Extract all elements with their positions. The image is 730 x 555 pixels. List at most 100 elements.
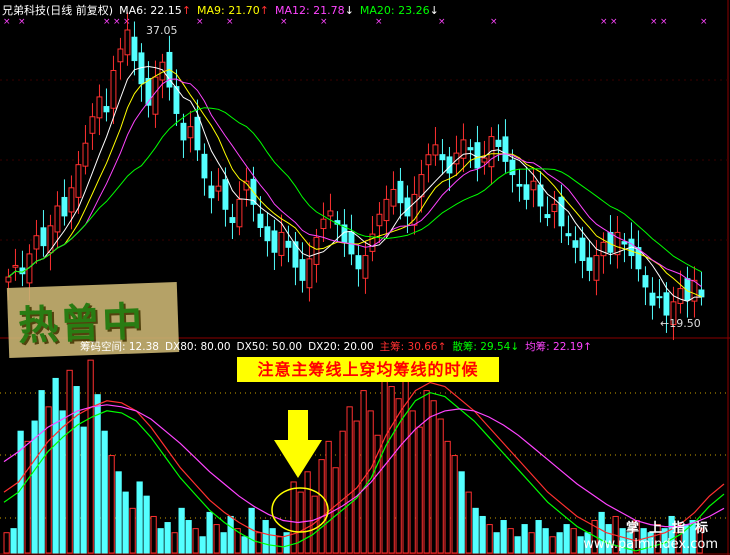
indicator-bar [80,426,87,554]
indicator-bar [157,528,164,554]
indicator-value: 散筹: 29.54↓ [452,341,520,353]
candle-body [110,69,117,109]
ma-arrow: ↑ [259,4,269,17]
indicator-bar [437,418,444,554]
signal-mark: × [700,17,708,27]
signal-mark: × [610,17,618,27]
indicator-bar [206,511,213,554]
indicator-bar [52,377,59,554]
indicator-bar [556,532,563,554]
signal-mark: × [600,17,608,27]
candle-body [418,174,425,198]
candle-body [47,225,54,254]
indicator-bar [339,430,346,554]
indicator-value: DX50: 50.00 [236,341,303,353]
candle-body [278,231,285,256]
indicator-bar [451,455,458,554]
candle-body [89,116,96,134]
signal-mark: × [103,17,111,27]
candle-body [432,144,439,156]
site-watermark: 掌上指标 www.palmindex.com [583,521,718,553]
candle-body [54,205,61,233]
candle-body [194,116,201,151]
signal-mark: × [123,17,131,27]
signal-mark: × [3,17,11,27]
signal-mark: × [113,17,121,27]
candle-body [383,198,390,222]
candle-body [600,241,607,257]
indicator-bar [423,390,430,554]
indicator-bar [171,532,178,554]
indicator-bar [465,491,472,554]
indicator-value: 均筹: 22.19↑ [525,341,592,353]
indicator-bar [500,520,507,554]
price-panel-header: 兄弟科技(日线 前复权) MA6: 22.15↑ MA9: 21.70↑ MA12: … [2,4,451,18]
candle-body [586,257,593,271]
ma-arrow: ↓ [344,4,354,17]
indicator-bar [290,481,297,554]
stock-chart[interactable]: × × × × × × × × × × × × × × × × × [0,0,730,555]
candle-body [425,154,432,166]
candle-body [75,164,82,198]
watermark-line1: 掌上指标 [625,521,718,536]
ma-arrow: ↓ [429,4,439,17]
candle-body [208,185,215,199]
indicator-bar [563,524,570,554]
indicator-bar [360,390,367,554]
ma-value: MA9: 21.70↑ [197,4,269,17]
candle-body [537,184,544,207]
indicator-value: 主筹: 30.66↑ [379,341,447,353]
candle-body [565,233,572,237]
candle-body [544,214,551,219]
indicator-bar [542,528,549,554]
indicator-bar [213,524,220,554]
indicator-bar [416,426,423,554]
indicator-bar [521,524,528,554]
candle-body [201,153,208,179]
candle-body [131,36,138,62]
candle-body [152,76,159,115]
indicator-bar [38,390,45,554]
candle-body [516,184,523,187]
signal-mark: × [320,17,328,27]
candle-body [642,275,649,288]
indicator-bar [10,528,17,554]
indicator-bar [549,536,556,554]
candle-body [236,198,243,228]
candle-body [320,218,327,230]
indicator-bar [262,520,269,554]
candle-body [397,180,404,204]
indicator-panel-header: 筹码空间: 12.38 DX80: 80.00 DX50: 50.00 DX20: 2… [80,340,604,354]
indicator-bar [570,528,577,554]
signal-mark: × [280,17,288,27]
ma-value: MA20: 23.26↓ [359,4,439,17]
candle-body [292,241,299,268]
candle-body [229,217,236,224]
indicator-bar [122,491,129,554]
indicator-bar [353,420,360,554]
candle-body [222,179,229,210]
candle-body [481,157,488,163]
signal-mark: × [18,17,26,27]
ma20-line [8,107,702,278]
indicator-bar [87,359,94,554]
indicator-bar [115,471,122,554]
indicator-bar [381,369,388,554]
indicator-bar [486,524,493,554]
indicator-bar [304,471,311,554]
candle-body [558,196,565,227]
candle-body [264,226,271,242]
indicator-bar [444,440,451,554]
candle-body [299,259,306,281]
indicator-bar [178,507,185,554]
ma-value: MA12: 21.78↓ [274,4,354,17]
indicator-bar [346,406,353,554]
indicator-bar [108,455,115,554]
indicator-bar [241,536,248,554]
candle-body [285,240,292,248]
candle-body [579,237,586,262]
candle-body [124,29,131,56]
signal-mark: × [375,17,383,27]
indicator-bar [227,515,234,554]
low-price-label: ←19.50 [660,317,701,330]
